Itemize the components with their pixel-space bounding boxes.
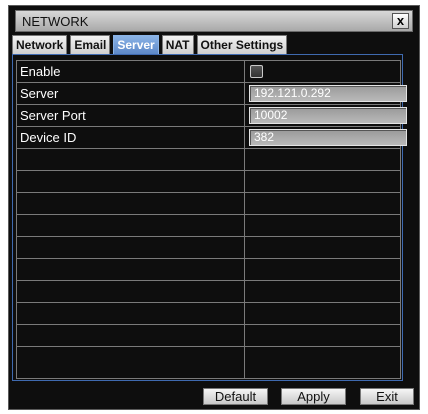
close-button[interactable]: x (392, 13, 409, 29)
device-id-label: Device ID (20, 130, 77, 145)
empty-row (17, 347, 400, 378)
tab-email[interactable]: Email (70, 35, 111, 55)
empty-row (17, 237, 400, 259)
empty-row (17, 149, 400, 171)
empty-row (17, 215, 400, 237)
server-field[interactable]: 192.121.0.292 (249, 85, 407, 102)
empty-row (17, 303, 400, 325)
enable-checkbox[interactable] (250, 65, 263, 78)
tab-server[interactable]: Server (113, 35, 159, 55)
enable-label: Enable (20, 64, 61, 79)
row-enable: Enable (17, 61, 400, 83)
window-title: NETWORK (22, 14, 89, 29)
default-button[interactable]: Default (203, 388, 268, 405)
empty-row (17, 325, 400, 347)
device-id-field[interactable]: 382 (249, 129, 407, 146)
row-server-port: Server Port 10002 (17, 105, 407, 127)
tab-nat[interactable]: NAT (161, 35, 194, 55)
row-device-id: Device ID 382 (17, 127, 407, 149)
tab-other-settings[interactable]: Other Settings (196, 35, 288, 55)
exit-button[interactable]: Exit (360, 388, 414, 405)
server-label: Server (20, 86, 59, 101)
title-bar: NETWORK x (15, 10, 413, 32)
empty-row (17, 171, 400, 193)
empty-row (17, 259, 400, 281)
settings-grid: Enable Server 192.121.0.292 Server Port … (16, 60, 407, 379)
server-port-field[interactable]: 10002 (249, 107, 407, 124)
tab-bar: Network Email Server NAT Other Settings (12, 35, 288, 55)
apply-button[interactable]: Apply (281, 388, 346, 405)
server-port-label: Server Port (20, 108, 86, 123)
tab-network[interactable]: Network (12, 35, 68, 55)
empty-row (17, 281, 400, 303)
row-server: Server 192.121.0.292 (17, 83, 407, 105)
empty-row (17, 193, 400, 215)
